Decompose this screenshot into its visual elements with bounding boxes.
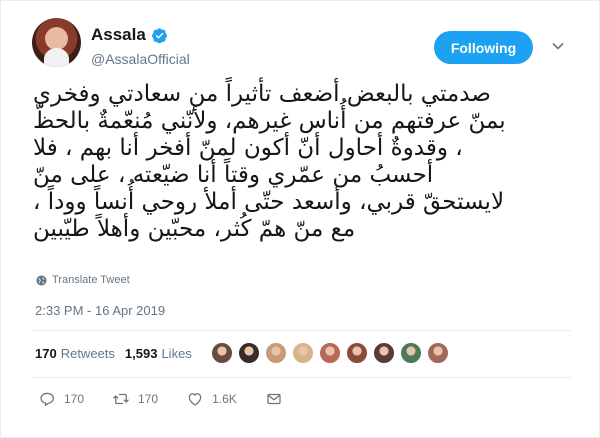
author-handle[interactable]: @AssalaOfficial	[91, 51, 190, 67]
reply-icon	[40, 392, 55, 407]
author-display-name[interactable]: Assala	[91, 25, 146, 45]
likes-label: Likes	[161, 346, 192, 361]
liker-avatar[interactable]	[265, 342, 287, 364]
author-avatar[interactable]	[32, 18, 81, 67]
divider	[32, 330, 571, 331]
tweet-timestamp[interactable]: 2:33 PM - 16 Apr 2019	[35, 303, 165, 318]
retweets-count: 170	[35, 346, 57, 361]
liker-avatar[interactable]	[346, 342, 368, 364]
reply-count: 170	[64, 392, 85, 406]
liker-avatars	[211, 342, 449, 364]
retweets-label: Retweets	[60, 346, 115, 361]
globe-icon	[36, 274, 47, 286]
tweet-stats: 170 Retweets 1,593 Likes	[35, 346, 202, 361]
following-button[interactable]: Following	[434, 31, 533, 64]
liker-avatar[interactable]	[238, 342, 260, 364]
liker-avatar[interactable]	[427, 342, 449, 364]
direct-message-button[interactable]	[265, 390, 283, 408]
author-name-row: Assala	[91, 25, 168, 45]
liker-avatar[interactable]	[292, 342, 314, 364]
retweet-button[interactable]: 170	[112, 390, 158, 408]
translate-tweet-link[interactable]: Translate Tweet	[36, 274, 130, 286]
retweet-icon	[113, 393, 129, 405]
chevron-down-icon[interactable]	[551, 39, 565, 53]
likes-stat[interactable]: 1,593 Likes	[125, 346, 192, 361]
like-count: 1.6K	[212, 392, 237, 406]
translate-tweet-label: Translate Tweet	[52, 274, 130, 286]
liker-avatar[interactable]	[211, 342, 233, 364]
retweet-count: 170	[138, 392, 159, 406]
tweet-card: Assala @AssalaOfficial Following صدمتي ب…	[0, 0, 600, 438]
liker-avatar[interactable]	[319, 342, 341, 364]
tweet-actions: 170 170 1.6K	[38, 390, 311, 408]
liker-avatar[interactable]	[373, 342, 395, 364]
reply-button[interactable]: 170	[38, 390, 84, 408]
verified-badge-icon	[151, 27, 167, 43]
tweet-text: صدمتي بالبعض أضعف تأثيراً من سعادتي وفخر…	[33, 81, 506, 242]
divider	[32, 377, 571, 378]
liker-avatar[interactable]	[400, 342, 422, 364]
likes-count: 1,593	[124, 346, 158, 361]
heart-icon	[188, 393, 202, 406]
retweets-stat[interactable]: 170 Retweets	[35, 346, 115, 361]
like-button[interactable]: 1.6K	[186, 390, 237, 408]
envelope-icon	[267, 393, 281, 405]
